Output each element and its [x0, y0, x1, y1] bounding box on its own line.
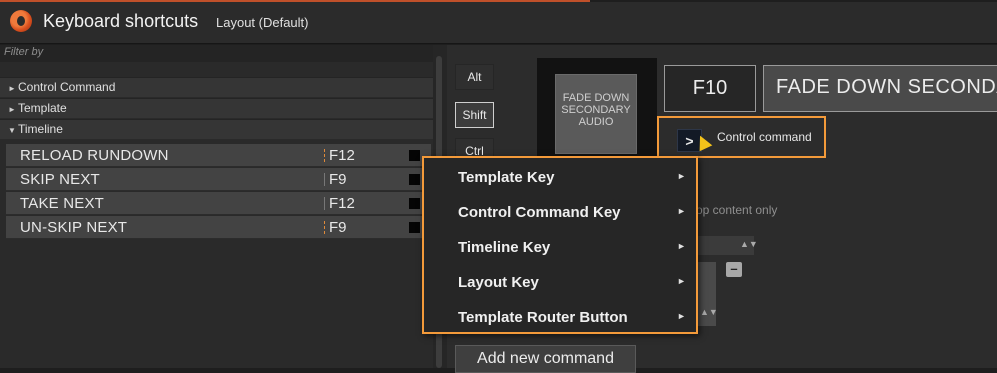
- menu-item-template-router-button[interactable]: Template Router Button ►: [424, 300, 696, 335]
- page-title: Keyboard shortcuts: [43, 11, 199, 31]
- color-swatch: [409, 198, 420, 209]
- command-title-field[interactable]: FADE DOWN SECONDA: [763, 65, 997, 112]
- submenu-arrow-icon: ►: [677, 206, 686, 216]
- add-new-command-button[interactable]: Add new command: [455, 345, 636, 373]
- color-swatch: [409, 150, 420, 161]
- table-row[interactable]: RELOAD RUNDOWN F12: [6, 144, 431, 167]
- menu-item-timeline-key[interactable]: Timeline Key ►: [424, 230, 696, 265]
- menu-item-template-key[interactable]: Template Key ►: [424, 160, 696, 195]
- remove-button[interactable]: –: [726, 262, 742, 277]
- command-name: UN-SKIP NEXT: [20, 219, 128, 236]
- expand-arrow-icon: ►: [8, 84, 16, 93]
- alt-modifier-button[interactable]: Alt: [455, 64, 494, 90]
- table-row[interactable]: UN-SKIP NEXT F9: [6, 216, 431, 239]
- key-field[interactable]: F10: [664, 65, 756, 112]
- app-logo-icon: [10, 10, 32, 32]
- group-label: Timeline: [18, 122, 63, 136]
- context-menu: Template Key ► Control Command Key ► Tim…: [422, 156, 698, 334]
- table-row[interactable]: SKIP NEXT F9: [6, 168, 431, 191]
- expand-arrow-icon: ►: [8, 105, 16, 114]
- preview-tile: FADE DOWN SECONDARY AUDIO: [555, 74, 637, 154]
- layout-label[interactable]: Layout (Default): [216, 15, 309, 30]
- group-label: Template: [18, 101, 67, 115]
- command-type-label: Control command: [717, 130, 812, 144]
- command-key: F9: [329, 219, 347, 236]
- table-row[interactable]: TAKE NEXT F12: [6, 192, 431, 215]
- select-arrow-icon: ▲▼: [740, 239, 758, 249]
- submenu-arrow-icon: ►: [677, 171, 686, 181]
- group-label: Control Command: [18, 80, 116, 94]
- submenu-arrow-icon: ►: [677, 241, 686, 251]
- menu-item-label: Control Command Key: [458, 204, 621, 221]
- collapse-arrow-icon: ▼: [8, 126, 16, 135]
- drop-content-checkbox-label[interactable]: rop content only: [692, 203, 777, 217]
- color-swatch: [409, 174, 420, 185]
- command-key: F9: [329, 171, 347, 188]
- command-key: F12: [329, 147, 355, 164]
- menu-item-label: Layout Key: [458, 274, 539, 291]
- menu-item-control-command-key[interactable]: Control Command Key ►: [424, 195, 696, 230]
- submenu-arrow-icon: ►: [677, 311, 686, 321]
- group-control-command[interactable]: ► Control Command: [0, 77, 433, 97]
- command-key: F12: [329, 195, 355, 212]
- command-name: TAKE NEXT: [20, 195, 105, 212]
- menu-item-label: Template Key: [458, 169, 555, 186]
- menu-item-label: Template Router Button: [458, 309, 628, 326]
- command-name: RELOAD RUNDOWN: [20, 147, 169, 164]
- shift-modifier-button[interactable]: Shift: [455, 102, 494, 128]
- command-name: SKIP NEXT: [20, 171, 100, 188]
- color-swatch: [409, 222, 420, 233]
- menu-item-layout-key[interactable]: Layout Key ►: [424, 265, 696, 300]
- filter-input[interactable]: Filter by: [0, 45, 433, 62]
- stepper-arrow-icon: ▲▼: [700, 307, 718, 317]
- group-timeline[interactable]: ▼ Timeline: [0, 119, 433, 139]
- group-template[interactable]: ► Template: [0, 98, 433, 118]
- menu-item-label: Timeline Key: [458, 239, 551, 256]
- submenu-arrow-icon: ►: [677, 276, 686, 286]
